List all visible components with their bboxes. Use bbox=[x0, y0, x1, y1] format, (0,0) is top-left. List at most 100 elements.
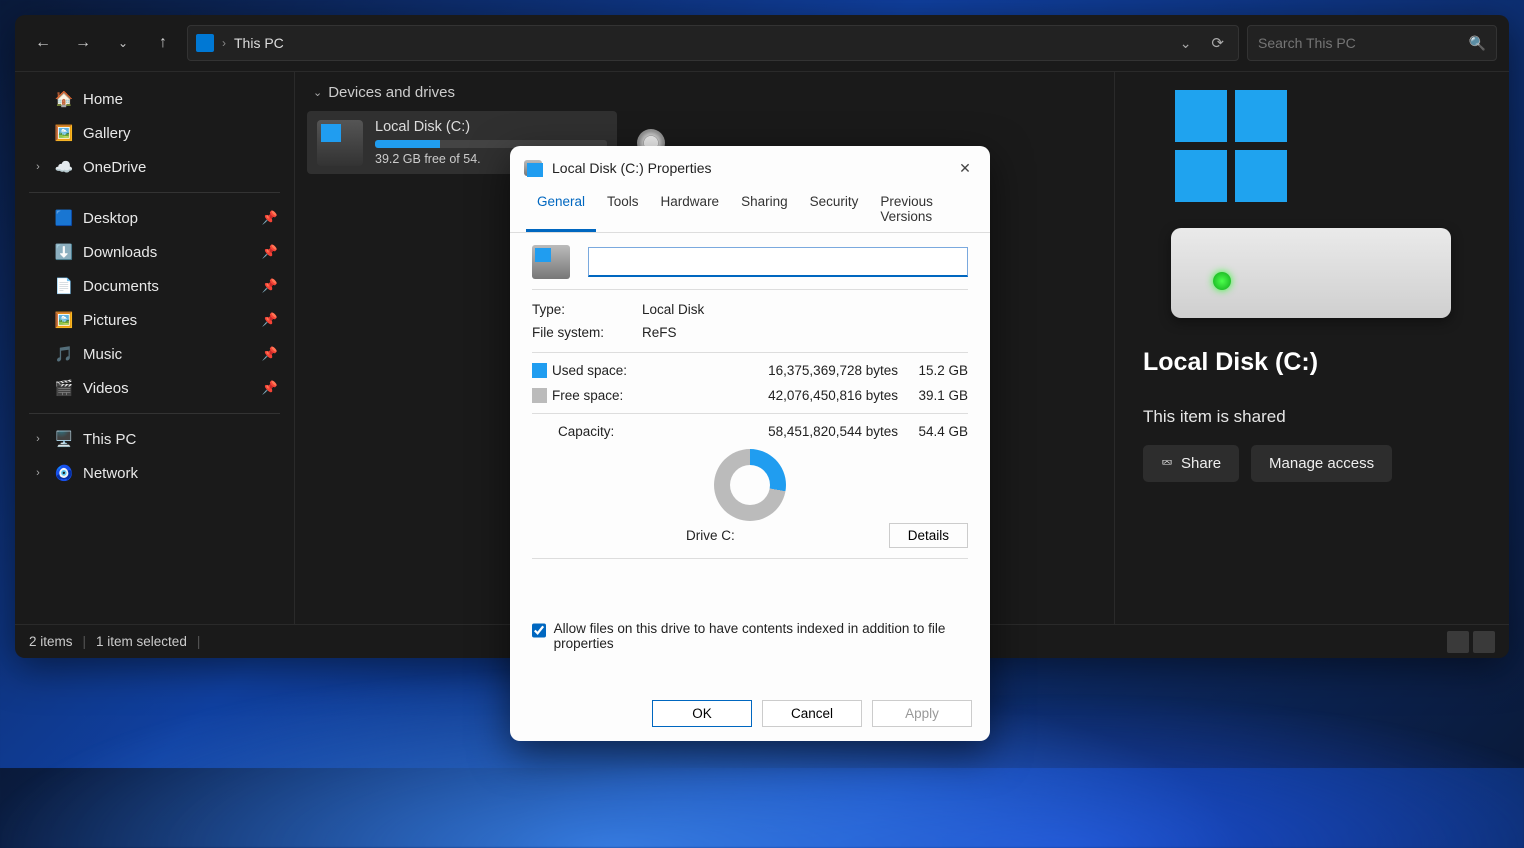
chevron-right-icon[interactable]: › bbox=[31, 161, 45, 173]
tab-security[interactable]: Security bbox=[799, 188, 870, 232]
free-space-swatch bbox=[532, 388, 547, 403]
details-title: Local Disk (C:) bbox=[1143, 348, 1318, 377]
home-icon: 🏠 bbox=[55, 90, 73, 108]
free-space-bytes: 42,076,450,816 bytes bbox=[738, 388, 898, 403]
indexing-checkbox-label[interactable]: Allow files on this drive to have conten… bbox=[554, 621, 968, 651]
sidebar-item-music[interactable]: 🎵 Music 📌 bbox=[15, 337, 294, 371]
sidebar-item-documents[interactable]: 📄 Documents 📌 bbox=[15, 269, 294, 303]
sidebar-item-label: Documents bbox=[83, 278, 159, 295]
sidebar: 🏠 Home 🖼️ Gallery › ☁️ OneDrive 🟦 Deskto… bbox=[15, 72, 295, 624]
capacity-gb: 54.4 GB bbox=[898, 424, 968, 439]
tab-sharing[interactable]: Sharing bbox=[730, 188, 799, 232]
dialog-title: Local Disk (C:) Properties bbox=[552, 160, 940, 176]
this-pc-icon bbox=[196, 34, 214, 52]
pin-icon: 📌 bbox=[262, 380, 278, 396]
chevron-down-icon: ⌄ bbox=[313, 86, 322, 99]
free-space-gb: 39.1 GB bbox=[898, 388, 968, 403]
sidebar-item-label: Desktop bbox=[83, 210, 138, 227]
drive-letter-label: Drive C: bbox=[532, 528, 889, 543]
tab-general[interactable]: General bbox=[526, 188, 596, 232]
view-tiles-button[interactable] bbox=[1473, 631, 1495, 653]
type-value: Local Disk bbox=[642, 302, 704, 317]
group-header-devices[interactable]: ⌄ Devices and drives bbox=[295, 72, 1114, 107]
sidebar-item-videos[interactable]: 🎬 Videos 📌 bbox=[15, 371, 294, 405]
back-button[interactable]: ← bbox=[27, 27, 59, 59]
recent-dropdown[interactable]: ⌄ bbox=[107, 27, 139, 59]
refresh-button[interactable]: ⟳ bbox=[1205, 34, 1230, 52]
onedrive-icon: ☁️ bbox=[55, 158, 73, 176]
details-button[interactable]: Details bbox=[889, 523, 968, 548]
sidebar-item-this-pc[interactable]: › 🖥️ This PC bbox=[15, 422, 294, 456]
share-icon: ⮹ bbox=[1161, 455, 1173, 472]
separator bbox=[29, 192, 280, 193]
used-space-gb: 15.2 GB bbox=[898, 363, 968, 378]
pin-icon: 📌 bbox=[262, 346, 278, 362]
apply-button[interactable]: Apply bbox=[872, 700, 972, 727]
filesystem-value: ReFS bbox=[642, 325, 677, 340]
cancel-button[interactable]: Cancel bbox=[762, 700, 862, 727]
navbar: ← → ⌄ ↑ › This PC ⌄ ⟳ 🔍 bbox=[15, 15, 1509, 71]
sidebar-item-label: Downloads bbox=[83, 244, 157, 261]
sidebar-item-home[interactable]: 🏠 Home bbox=[15, 82, 294, 116]
dialog-tabs: General Tools Hardware Sharing Security … bbox=[510, 188, 990, 233]
close-button[interactable]: ✕ bbox=[950, 154, 980, 182]
capacity-bytes: 58,451,820,544 bytes bbox=[738, 424, 898, 439]
status-item-count: 2 items bbox=[29, 634, 73, 649]
drive-name-input[interactable] bbox=[588, 247, 968, 277]
chevron-right-icon[interactable]: › bbox=[31, 433, 45, 445]
sidebar-item-onedrive[interactable]: › ☁️ OneDrive bbox=[15, 150, 294, 184]
sidebar-item-downloads[interactable]: ⬇️ Downloads 📌 bbox=[15, 235, 294, 269]
sidebar-item-label: Home bbox=[83, 91, 123, 108]
ok-button[interactable]: OK bbox=[652, 700, 752, 727]
used-space-swatch bbox=[532, 363, 547, 378]
pin-icon: 📌 bbox=[262, 278, 278, 294]
pin-icon: 📌 bbox=[262, 210, 278, 226]
sidebar-item-label: Videos bbox=[83, 380, 129, 397]
details-shared-text: This item is shared bbox=[1143, 407, 1286, 427]
search-input[interactable] bbox=[1258, 35, 1469, 51]
indexing-checkbox[interactable] bbox=[532, 623, 546, 638]
used-space-bytes: 16,375,369,728 bytes bbox=[738, 363, 898, 378]
sidebar-item-gallery[interactable]: 🖼️ Gallery bbox=[15, 116, 294, 150]
separator bbox=[29, 413, 280, 414]
sidebar-item-network[interactable]: › 🧿 Network bbox=[15, 456, 294, 490]
sidebar-item-desktop[interactable]: 🟦 Desktop 📌 bbox=[15, 201, 294, 235]
drive-name: Local Disk (C:) bbox=[375, 119, 607, 135]
documents-icon: 📄 bbox=[55, 277, 73, 295]
used-space-label: Used space: bbox=[552, 363, 738, 378]
forward-button[interactable]: → bbox=[67, 27, 99, 59]
details-pane: Local Disk (C:) This item is shared ⮹ Sh… bbox=[1114, 72, 1509, 624]
tab-previous-versions[interactable]: Previous Versions bbox=[869, 188, 974, 232]
up-button[interactable]: ↑ bbox=[147, 27, 179, 59]
music-icon: 🎵 bbox=[55, 345, 73, 363]
breadcrumb-item[interactable]: This PC bbox=[234, 35, 284, 51]
manage-access-button[interactable]: Manage access bbox=[1251, 445, 1392, 482]
search-box[interactable]: 🔍 bbox=[1247, 25, 1497, 61]
filesystem-label: File system: bbox=[532, 325, 622, 340]
dialog-buttons: OK Cancel Apply bbox=[510, 690, 990, 741]
usage-pie-chart bbox=[714, 449, 786, 521]
share-button[interactable]: ⮹ Share bbox=[1143, 445, 1239, 482]
status-selected-count: 1 item selected bbox=[96, 634, 187, 649]
desktop-icon: 🟦 bbox=[55, 209, 73, 227]
sidebar-item-label: This PC bbox=[83, 431, 136, 448]
network-icon: 🧿 bbox=[55, 464, 73, 482]
address-dropdown[interactable]: ⌄ bbox=[1174, 35, 1198, 52]
sidebar-item-label: OneDrive bbox=[83, 159, 146, 176]
pin-icon: 📌 bbox=[262, 312, 278, 328]
drive-icon bbox=[317, 120, 363, 166]
sidebar-item-label: Gallery bbox=[83, 125, 131, 142]
sidebar-item-label: Network bbox=[83, 465, 138, 482]
drive-icon bbox=[532, 245, 570, 279]
tab-tools[interactable]: Tools bbox=[596, 188, 650, 232]
videos-icon: 🎬 bbox=[55, 379, 73, 397]
dialog-body: Type: Local Disk File system: ReFS Used … bbox=[510, 233, 990, 690]
chevron-right-icon[interactable]: › bbox=[31, 467, 45, 479]
tab-hardware[interactable]: Hardware bbox=[650, 188, 731, 232]
pin-icon: 📌 bbox=[262, 244, 278, 260]
pictures-icon: 🖼️ bbox=[55, 311, 73, 329]
type-label: Type: bbox=[532, 302, 622, 317]
sidebar-item-pictures[interactable]: 🖼️ Pictures 📌 bbox=[15, 303, 294, 337]
view-details-button[interactable] bbox=[1447, 631, 1469, 653]
address-bar[interactable]: › This PC ⌄ ⟳ bbox=[187, 25, 1239, 61]
